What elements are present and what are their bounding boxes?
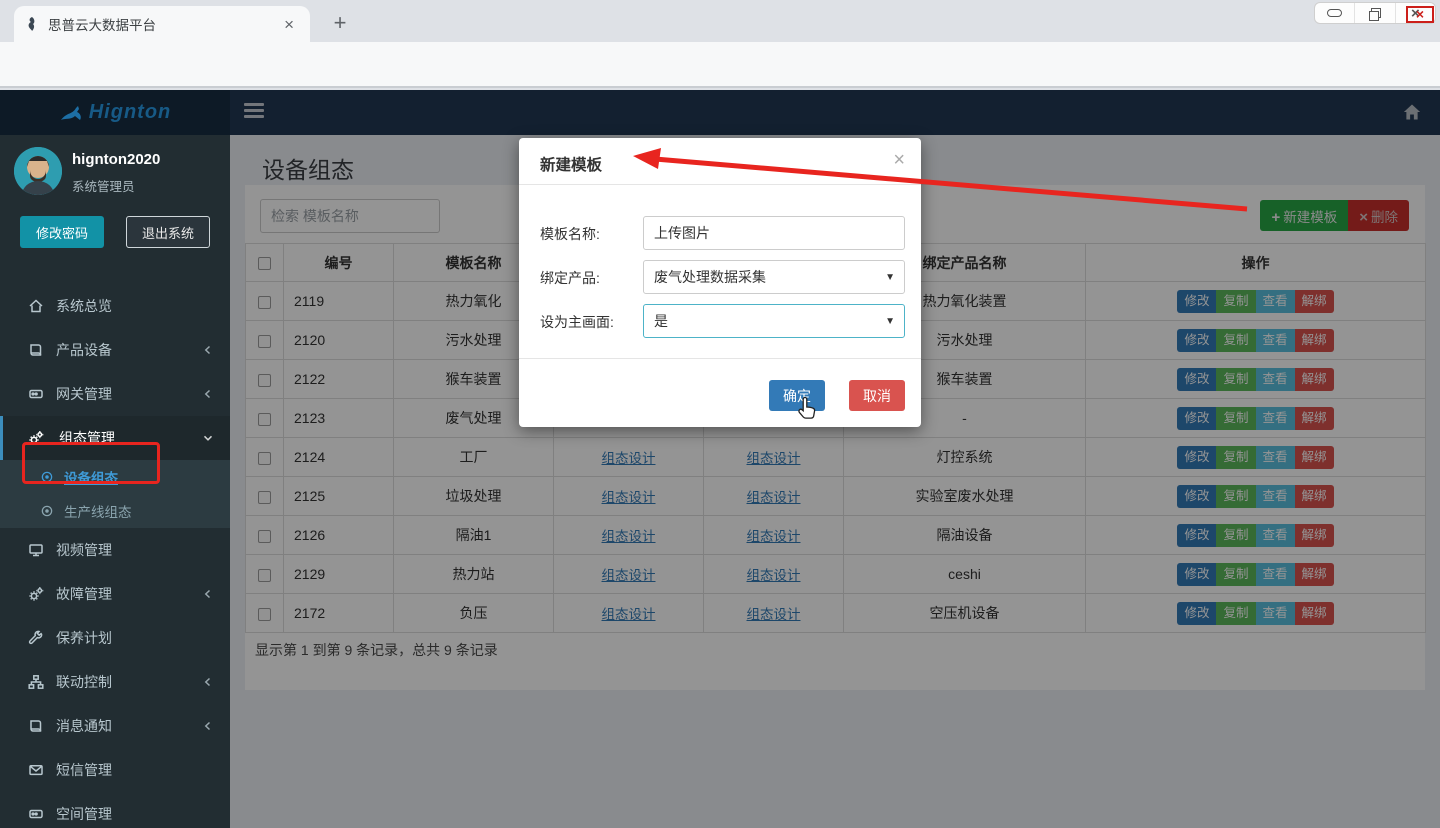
browser-tab[interactable]: 思普云大数据平台 × (14, 6, 310, 42)
change-password-button[interactable]: 修改密码 (20, 216, 104, 248)
select-2[interactable]: 是▼ (643, 304, 905, 338)
sidebar-item-label: 视频管理 (56, 540, 112, 560)
sidebar-item-短信管理[interactable]: 短信管理 (0, 748, 230, 792)
modal-field-label: 模板名称: (540, 224, 600, 244)
wrench-icon (28, 630, 44, 646)
window-controls: × (1314, 2, 1436, 24)
sidebar-submenu: 设备组态生产线组态 (0, 460, 230, 528)
antelope-logo-icon (59, 104, 85, 122)
book-icon (28, 718, 44, 734)
chevron-down-icon (200, 430, 216, 446)
sidebar-item-保养计划[interactable]: 保养计划 (0, 616, 230, 660)
sidebar-item-label: 保养计划 (56, 628, 112, 648)
modal-field-row: 模板名称: (519, 216, 921, 250)
sidebar-subitem-label: 生产线组态 (64, 501, 132, 521)
sidebar-item-产品设备[interactable]: 产品设备 (0, 328, 230, 372)
chevron-left-icon (200, 718, 216, 734)
sidebar-item-空间管理[interactable]: 空间管理 (0, 792, 230, 828)
monitor-icon (28, 542, 44, 558)
book-icon (28, 342, 44, 358)
chevron-down-icon: ▼ (885, 272, 895, 283)
app-logo-text: Hignton (89, 101, 172, 124)
chevron-left-icon (200, 674, 216, 690)
dot-circle-icon (40, 504, 54, 518)
tab-title: 思普云大数据平台 (48, 14, 278, 34)
sidebar-subitem-生产线组态[interactable]: 生产线组态 (0, 494, 230, 528)
sidebar-subitem-设备组态[interactable]: 设备组态 (0, 460, 230, 494)
sidebar-item-网关管理[interactable]: 网关管理 (0, 372, 230, 416)
sidebar-menu: 系统总览产品设备网关管理组态管理设备组态生产线组态视频管理故障管理保养计划联动控… (0, 284, 230, 828)
hdd-icon (28, 386, 44, 402)
sidebar-item-组态管理[interactable]: 组态管理 (0, 416, 230, 460)
confirm-button[interactable]: 确定 (769, 380, 825, 411)
avatar (14, 147, 62, 195)
user-panel: hignton2020 系统管理员 (0, 135, 230, 210)
sitemap-icon (28, 674, 44, 690)
chevron-down-icon: ▼ (885, 316, 895, 327)
modal-close-icon[interactable]: × (893, 150, 905, 170)
select-value: 是 (654, 311, 668, 331)
sidebar-item-label: 空间管理 (56, 804, 112, 824)
modal-field-row: 绑定产品: 废气处理数据采集 ▼ (519, 260, 921, 294)
browser-tab-strip: 思普云大数据平台 × + × (0, 0, 1440, 42)
app-logo[interactable]: Hignton (0, 90, 230, 135)
dot-circle-icon (40, 470, 54, 484)
window-minimize-button[interactable] (1315, 3, 1354, 23)
sidebar-item-联动控制[interactable]: 联动控制 (0, 660, 230, 704)
modal-field-row: 设为主画面:是▼ (519, 304, 921, 338)
sidebar-subitem-label: 设备组态 (64, 467, 118, 487)
sidebar-item-视频管理[interactable]: 视频管理 (0, 528, 230, 572)
select-value: 废气处理数据采集 (654, 267, 766, 287)
new-template-modal: 新建模板 × 模板名称:绑定产品:废气处理数据采集▼设为主画面:是▼ 确定 取消 (519, 138, 921, 427)
logout-button[interactable]: 退出系统 (126, 216, 210, 248)
chevron-left-icon (200, 342, 216, 358)
modal-title: 新建模板 (540, 153, 602, 175)
sidebar-item-label: 系统总览 (56, 296, 112, 316)
gears-icon (28, 430, 44, 446)
sidebar-item-故障管理[interactable]: 故障管理 (0, 572, 230, 616)
window-close-button[interactable]: × (1395, 3, 1435, 23)
sidebar-item-label: 故障管理 (56, 584, 112, 604)
user-name: hignton2020 (72, 151, 160, 168)
home-icon (28, 298, 44, 314)
hdd-icon (28, 806, 44, 822)
modal-field-label: 设为主画面: (540, 312, 614, 332)
sidebar: hignton2020 系统管理员 修改密码 退出系统 系统总览产品设备网关管理… (0, 135, 230, 828)
window-restore-button[interactable] (1354, 3, 1394, 23)
new-tab-button[interactable]: + (326, 10, 354, 38)
select-1[interactable]: 废气处理数据采集 ▼ (643, 260, 905, 294)
browser-toolbar: 不安全 | iot.idosp.net /admin/index.html?la… (0, 42, 1440, 88)
sidebar-item-label: 组态管理 (59, 428, 115, 448)
tab-close-icon[interactable]: × (278, 14, 300, 35)
envelope-icon (28, 762, 44, 778)
template-name-input[interactable] (654, 217, 894, 249)
sidebar-item-label: 联动控制 (56, 672, 112, 692)
cancel-button[interactable]: 取消 (849, 380, 905, 411)
sidebar-item-label: 产品设备 (56, 340, 112, 360)
sidebar-item-label: 短信管理 (56, 760, 112, 780)
chevron-left-icon (200, 386, 216, 402)
site-favicon (24, 16, 40, 32)
chevron-left-icon (200, 586, 216, 602)
sidebar-item-消息通知[interactable]: 消息通知 (0, 704, 230, 748)
modal-field-label: 绑定产品: (540, 268, 600, 288)
user-role: 系统管理员 (72, 176, 135, 195)
template-name-field[interactable] (643, 216, 905, 250)
sidebar-item-系统总览[interactable]: 系统总览 (0, 284, 230, 328)
gears-icon (28, 586, 44, 602)
sidebar-item-label: 网关管理 (56, 384, 112, 404)
sidebar-item-label: 消息通知 (56, 716, 112, 736)
